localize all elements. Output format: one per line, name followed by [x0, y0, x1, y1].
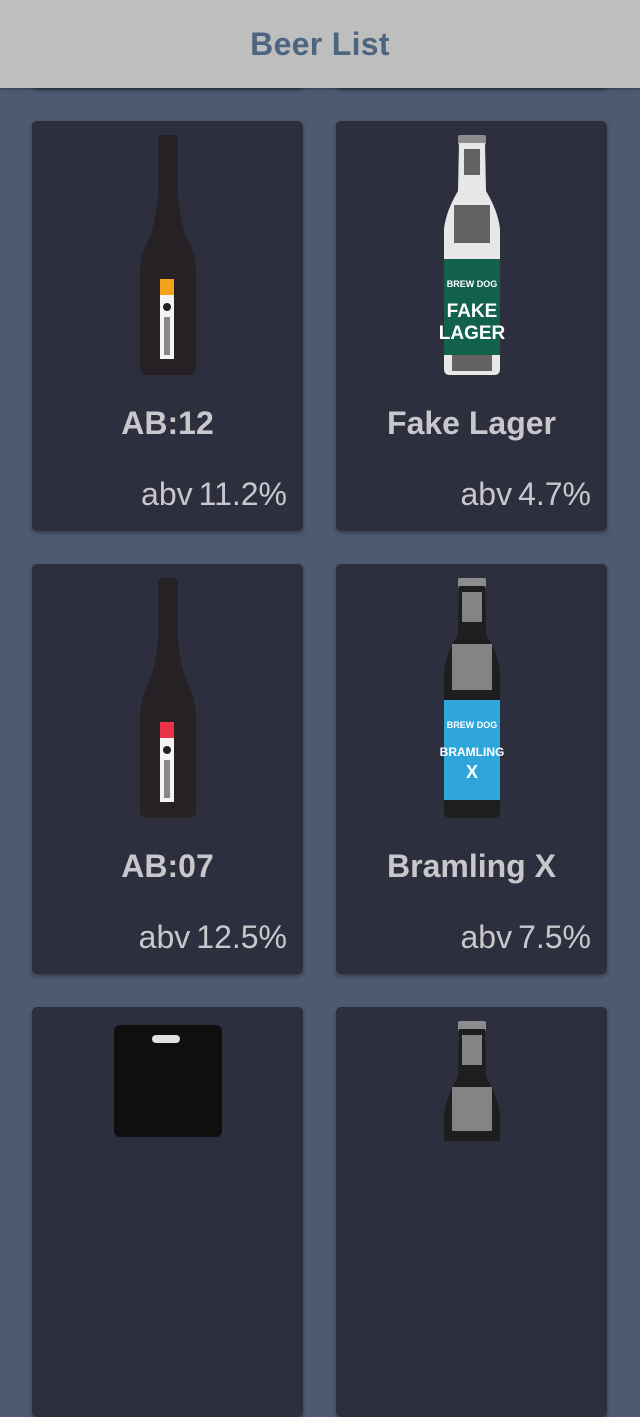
- beer-card-partial-bottom-right[interactable]: [336, 1007, 607, 1417]
- beer-card[interactable]: AB:12 abv 11.2%: [32, 121, 303, 531]
- beer-bottle-icon: BREW DOG FAKE LAGER: [438, 135, 505, 375]
- beer-bottle-icon: [443, 1021, 500, 1141]
- beer-abv: abv 11.2%: [141, 476, 287, 512]
- svg-text:LAGER: LAGER: [438, 323, 505, 344]
- bottle-image: [32, 135, 303, 379]
- beer-name: AB:12: [121, 405, 214, 441]
- wine-bottle-icon: [139, 578, 196, 818]
- beer-card[interactable]: BREW DOG BRAMLING X Bramling X abv 7.5%: [336, 564, 607, 974]
- can-image-icon: [113, 1025, 222, 1137]
- bottle-image: [32, 578, 303, 822]
- beer-name: Fake Lager: [387, 405, 556, 441]
- beer-abv: abv 12.5%: [138, 919, 287, 955]
- beer-name: AB:07: [121, 848, 214, 884]
- beer-card[interactable]: AB:07 abv 12.5%: [32, 564, 303, 974]
- beer-bottle-icon: BREW DOG BRAMLING X: [439, 578, 504, 818]
- svg-text:BRAMLING: BRAMLING: [439, 745, 504, 759]
- bottle-image: BREW DOG FAKE LAGER: [336, 135, 607, 379]
- svg-text:FAKE: FAKE: [446, 301, 497, 322]
- svg-text:X: X: [465, 762, 477, 782]
- beer-card[interactable]: BREW DOG FAKE LAGER Fake Lager abv 4.7%: [336, 121, 607, 531]
- bottle-image: [32, 1021, 303, 1265]
- bottle-image: BREW DOG BRAMLING X: [336, 578, 607, 822]
- beer-abv: abv 7.5%: [460, 919, 591, 955]
- beer-abv: abv 4.7%: [460, 476, 591, 512]
- beer-name: Bramling X: [387, 848, 556, 884]
- nav-bar: Beer List: [0, 0, 640, 88]
- svg-text:BREW DOG: BREW DOG: [446, 279, 497, 289]
- beer-card-partial-bottom-left[interactable]: [32, 1007, 303, 1417]
- wine-bottle-icon: [139, 135, 196, 375]
- bottle-image: [336, 1021, 607, 1265]
- svg-text:BREW DOG: BREW DOG: [446, 720, 497, 730]
- beer-grid: AB:12 abv 11.2% BREW DOG FAKE LAGER Fake …: [0, 0, 640, 1417]
- page-title: Beer List: [250, 25, 390, 62]
